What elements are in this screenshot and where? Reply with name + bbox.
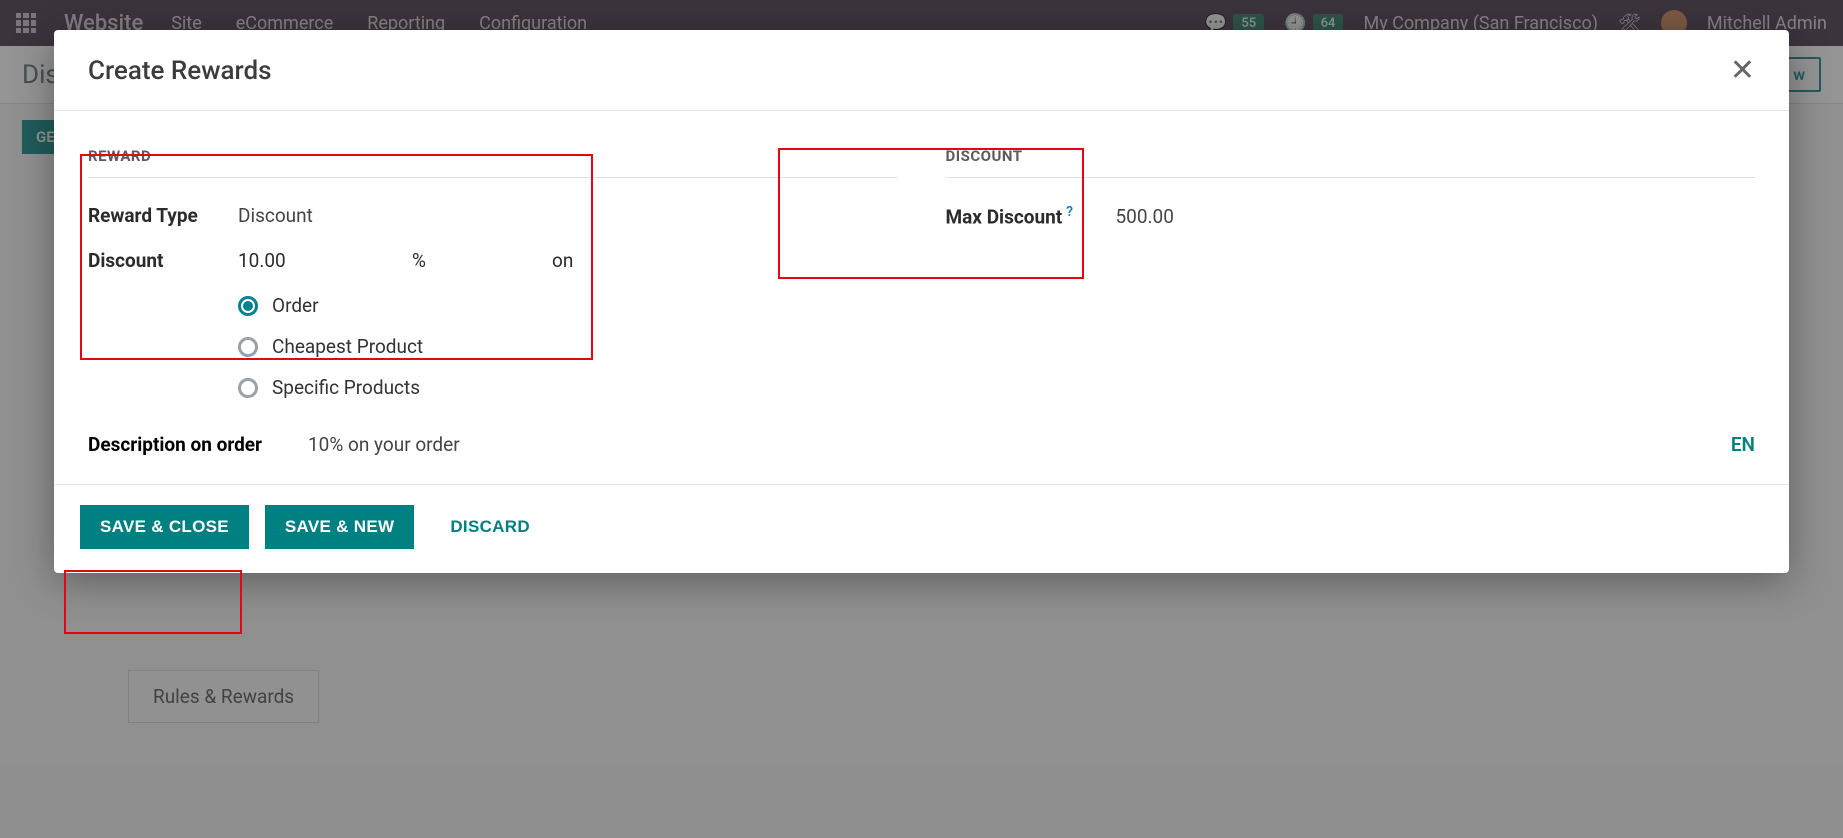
discount-section-title: DISCOUNT bbox=[946, 147, 1756, 178]
radio-order-label: Order bbox=[272, 294, 319, 317]
modal-title: Create Rewards bbox=[88, 56, 272, 86]
max-discount-label-text: Max Discount bbox=[946, 205, 1063, 228]
modal-footer: SAVE & CLOSE SAVE & NEW DISCARD bbox=[54, 484, 1789, 573]
radio-order[interactable]: Order bbox=[238, 294, 898, 317]
discount-on-label: on bbox=[552, 249, 573, 272]
radio-icon bbox=[238, 296, 258, 316]
radio-specific-label: Specific Products bbox=[272, 376, 420, 399]
reward-type-row: Reward Type Discount bbox=[88, 204, 898, 227]
max-discount-value[interactable]: 500.00 bbox=[1116, 205, 1174, 228]
save-new-button[interactable]: SAVE & NEW bbox=[265, 505, 414, 549]
description-label: Description on order bbox=[88, 433, 308, 456]
radio-specific-products[interactable]: Specific Products bbox=[238, 376, 898, 399]
reward-type-label: Reward Type bbox=[88, 204, 238, 227]
discount-amount[interactable]: 10.00 bbox=[238, 249, 412, 272]
max-discount-label: Max Discount? bbox=[946, 204, 1116, 228]
discount-column: DISCOUNT Max Discount? 500.00 bbox=[946, 147, 1756, 456]
description-value[interactable]: 10% on your order bbox=[308, 433, 460, 456]
save-close-button[interactable]: SAVE & CLOSE bbox=[80, 505, 249, 549]
discount-row: Discount 10.00 % on bbox=[88, 249, 898, 272]
discount-label: Discount bbox=[88, 249, 238, 272]
modal-header: Create Rewards ✕ bbox=[54, 30, 1789, 111]
create-rewards-modal: Create Rewards ✕ REWARD Reward Type Disc… bbox=[54, 30, 1789, 573]
close-icon[interactable]: ✕ bbox=[1730, 56, 1755, 86]
modal-body: REWARD Reward Type Discount Discount 10.… bbox=[54, 111, 1789, 484]
help-icon[interactable]: ? bbox=[1066, 204, 1073, 220]
discard-button[interactable]: DISCARD bbox=[430, 505, 550, 549]
radio-icon bbox=[238, 378, 258, 398]
radio-cheapest-label: Cheapest Product bbox=[272, 335, 423, 358]
radio-icon bbox=[238, 337, 258, 357]
reward-section-title: REWARD bbox=[88, 147, 898, 178]
max-discount-row: Max Discount? 500.00 bbox=[946, 204, 1756, 228]
radio-cheapest-product[interactable]: Cheapest Product bbox=[238, 335, 898, 358]
reward-column: REWARD Reward Type Discount Discount 10.… bbox=[88, 147, 898, 456]
discount-unit[interactable]: % bbox=[412, 249, 552, 272]
discount-applicability-radios: Order Cheapest Product Specific Products bbox=[238, 294, 898, 399]
reward-type-value[interactable]: Discount bbox=[238, 204, 313, 227]
